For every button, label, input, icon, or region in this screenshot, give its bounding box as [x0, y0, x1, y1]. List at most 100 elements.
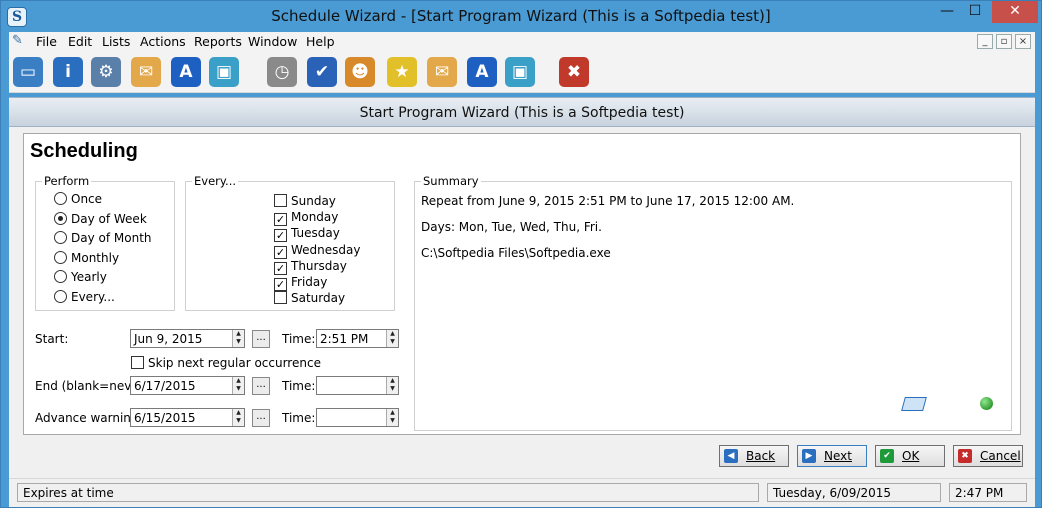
perform-option-every[interactable]: Every... [54, 289, 115, 306]
menu-file[interactable]: File [36, 34, 57, 49]
start-date-value: Jun 9, 2015 [134, 332, 203, 346]
clock-icon[interactable]: ◷ [267, 57, 297, 87]
checkbox-icon[interactable]: ✓ [274, 213, 287, 227]
checkbox-icon[interactable] [274, 291, 287, 305]
tools-icon[interactable]: ✖ [559, 57, 589, 87]
end-date-input[interactable]: 6/17/2015 ▲ ▼ [130, 376, 245, 395]
spin-arrows-icon[interactable]: ▲ ▼ [386, 377, 398, 394]
day-checkbox-tuesday[interactable]: ✓ Tuesday [274, 226, 340, 243]
maximize-button[interactable]: ☐ [962, 1, 988, 23]
perform-option-yearly[interactable]: Yearly [54, 270, 107, 286]
radio-button-icon[interactable] [54, 192, 67, 205]
advance-date-value: 6/15/2015 [134, 411, 196, 425]
toolbar: ▭ i ⚙ ✉ A ▣ ◷ ✔ ☻ ★ ✉ A ▣ ✖ [9, 52, 1035, 93]
next-arrow-icon: ▶ [802, 449, 816, 463]
radio-button-icon[interactable] [54, 250, 67, 264]
perform-group: Perform Once Day of Week Day of Month Month… [35, 174, 175, 311]
day-checkbox-wednesday[interactable]: ✓ Wednesday [274, 243, 360, 259]
back-arrow-icon: ◀ [724, 449, 738, 463]
spin-arrows-icon[interactable]: ▲ ▼ [232, 330, 244, 347]
info-icon[interactable]: i [53, 57, 83, 87]
mdi-restore-button[interactable]: ▫ [996, 34, 1012, 49]
summary-days: Days: Mon, Tue, Wed, Thu, Fri. [421, 220, 602, 234]
checkbox-icon[interactable] [131, 356, 144, 369]
checkbox-icon[interactable]: ✓ [274, 229, 287, 243]
day-label: Monday [291, 210, 339, 225]
spin-arrows-icon[interactable]: ▲ ▼ [232, 377, 244, 394]
checkbox-icon[interactable]: ✓ [274, 261, 287, 275]
status-time: 2:47 PM [955, 486, 1004, 500]
perform-option-day-of-week[interactable]: Day of Week [54, 211, 147, 228]
status-date-panel: Tuesday, 6/09/2015 [767, 483, 941, 502]
star-icon[interactable]: ★ [387, 57, 417, 87]
radio-button-icon[interactable] [54, 231, 67, 244]
perform-option-once[interactable]: Once [54, 192, 102, 208]
day-label: Thursday [291, 258, 347, 273]
day-checkbox-saturday[interactable]: Saturday [274, 291, 345, 307]
day-checkbox-monday[interactable]: ✓ Monday [274, 210, 339, 227]
skip-next-checkbox[interactable]: Skip next regular occurrence [131, 356, 321, 370]
day-label: Sunday [291, 194, 336, 208]
radio-button-icon[interactable] [54, 289, 67, 303]
end-date-picker-button[interactable]: ... [252, 377, 270, 395]
text-icon[interactable]: A [467, 57, 497, 87]
menu-actions[interactable]: Actions [140, 34, 186, 49]
start-time-input[interactable]: 2:51 PM ▲ ▼ [316, 329, 399, 348]
menu-help[interactable]: Help [306, 34, 335, 49]
ok-button-label: OK [902, 449, 920, 463]
checkbox-icon[interactable] [274, 194, 287, 207]
minimize-button[interactable]: — [934, 1, 960, 23]
summary-repeat: Repeat from June 9, 2015 2:51 PM to June… [421, 194, 795, 208]
end-time-input[interactable]: ▲ ▼ [316, 376, 399, 395]
menu-reports[interactable]: Reports [194, 34, 242, 49]
spin-arrows-icon[interactable]: ▲ ▼ [386, 409, 398, 426]
end-time-label: Time: [282, 379, 316, 393]
next-button[interactable]: ▶ Next [797, 445, 867, 467]
scheduling-panel: Scheduling Perform Once Day of Week Day of… [23, 133, 1021, 435]
mdi-minimize-button[interactable]: _ [977, 34, 993, 49]
add-computer-icon[interactable]: ▣ [209, 57, 239, 87]
menu-lists[interactable]: Lists [102, 34, 130, 49]
back-button[interactable]: ◀ Back [719, 445, 789, 467]
day-label: Saturday [291, 291, 346, 306]
day-label: Wednesday [291, 242, 361, 257]
add-email-icon[interactable]: ✉ [131, 57, 161, 87]
mdi-close-button[interactable]: × [1015, 34, 1031, 49]
day-checkbox-thursday[interactable]: ✓ Thursday [274, 259, 347, 275]
computer-icon[interactable]: ▣ [505, 57, 535, 87]
menu-window[interactable]: Window [248, 34, 297, 49]
advance-time-label: Time: [282, 411, 316, 425]
close-button[interactable]: ✕ [992, 1, 1038, 23]
day-checkbox-friday[interactable]: ✓ Friday [274, 275, 327, 291]
back-button-label: Back [746, 449, 776, 463]
perform-option-day-of-month[interactable]: Day of Month [54, 231, 152, 247]
checklist-icon[interactable]: ✔ [307, 57, 337, 87]
day-label: Friday [291, 275, 328, 289]
advance-date-input[interactable]: 6/15/2015 ▲ ▼ [130, 408, 245, 427]
spin-arrows-icon[interactable]: ▲ ▼ [386, 330, 398, 347]
menu-edit[interactable]: Edit [68, 34, 92, 49]
start-date-picker-button[interactable]: ... [252, 330, 270, 348]
email-icon[interactable]: ✉ [427, 57, 457, 87]
new-schedule-icon[interactable]: ▭ [13, 57, 43, 87]
advance-date-picker-button[interactable]: ... [252, 409, 270, 427]
radio-button-icon[interactable] [54, 211, 67, 225]
settings-gear-icon[interactable]: ⚙ [91, 57, 121, 87]
start-date-input[interactable]: Jun 9, 2015 ▲ ▼ [130, 329, 245, 348]
checkbox-icon[interactable]: ✓ [274, 278, 287, 291]
advance-time-input[interactable]: ▲ ▼ [316, 408, 399, 427]
day-checkbox-sunday[interactable]: Sunday [274, 194, 336, 210]
perform-group-title: Perform [42, 174, 92, 188]
users-icon[interactable]: ☻ [345, 57, 375, 87]
add-text-icon[interactable]: A [171, 57, 201, 87]
wizard-body: Scheduling Perform Once Day of Week Day of… [9, 127, 1035, 478]
ok-button[interactable]: ✔ OK [875, 445, 945, 467]
menu-app-icon[interactable]: ✎ [12, 33, 30, 50]
perform-option-monthly[interactable]: Monthly [54, 250, 120, 267]
radio-button-icon[interactable] [54, 270, 67, 283]
checkbox-icon[interactable]: ✓ [274, 245, 287, 259]
cancel-button[interactable]: ✖ Cancel [953, 445, 1023, 467]
spin-arrows-icon[interactable]: ▲ ▼ [232, 409, 244, 426]
perform-option-label: Monthly [71, 250, 120, 265]
every-group-title: Every... [192, 174, 239, 188]
